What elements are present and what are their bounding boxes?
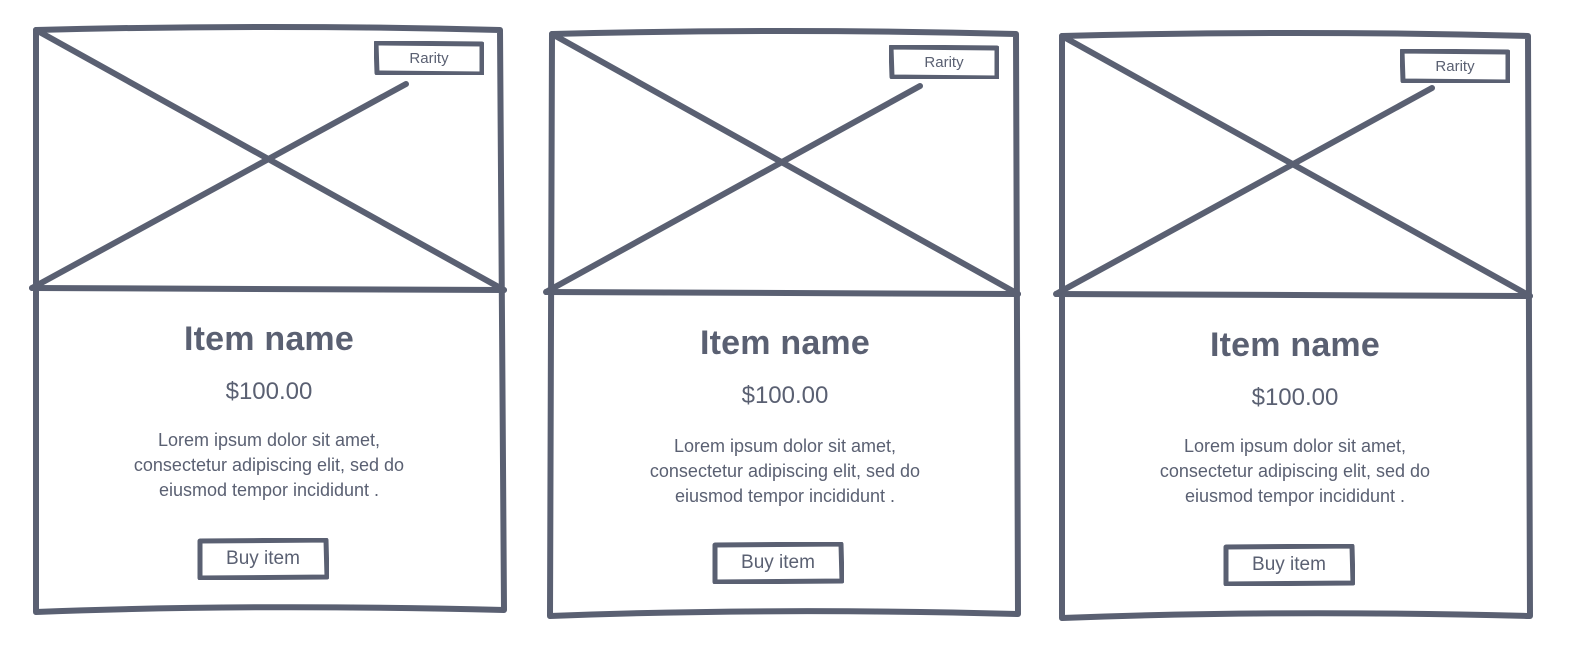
item-card: Rarity Item name $100.00 Lorem ipsum dol…: [28, 24, 510, 616]
buy-button-label: Buy item: [741, 552, 815, 573]
rarity-badge: Rarity: [1400, 49, 1510, 83]
buy-item-button[interactable]: Buy item: [1223, 544, 1355, 586]
item-price: $100.00: [1251, 384, 1339, 411]
rarity-label: Rarity: [1435, 57, 1475, 75]
rarity-label: Rarity: [409, 49, 449, 67]
item-name: Item name: [184, 320, 354, 358]
buy-button-label: Buy item: [1252, 554, 1326, 575]
item-description: Lorem ipsum dolor sit amet, consectetur …: [649, 436, 921, 506]
item-name: Item name: [700, 324, 870, 362]
item-description: Lorem ipsum dolor sit amet, consectetur …: [1159, 436, 1431, 506]
item-name: Item name: [1210, 326, 1380, 364]
buy-button-label: Buy item: [226, 548, 300, 569]
item-price: $100.00: [225, 378, 313, 405]
item-description: Lorem ipsum dolor sit amet, consectetur …: [133, 430, 405, 500]
item-card: Rarity Item name $100.00 Lorem ipsum dol…: [1053, 30, 1536, 622]
rarity-badge: Rarity: [889, 45, 999, 79]
buy-item-button[interactable]: Buy item: [197, 538, 329, 580]
buy-item-button[interactable]: Buy item: [712, 542, 844, 584]
item-price: $100.00: [741, 382, 829, 409]
item-card: Rarity Item name $100.00 Lorem ipsum dol…: [543, 28, 1026, 620]
rarity-badge: Rarity: [374, 41, 484, 75]
rarity-label: Rarity: [924, 53, 964, 71]
